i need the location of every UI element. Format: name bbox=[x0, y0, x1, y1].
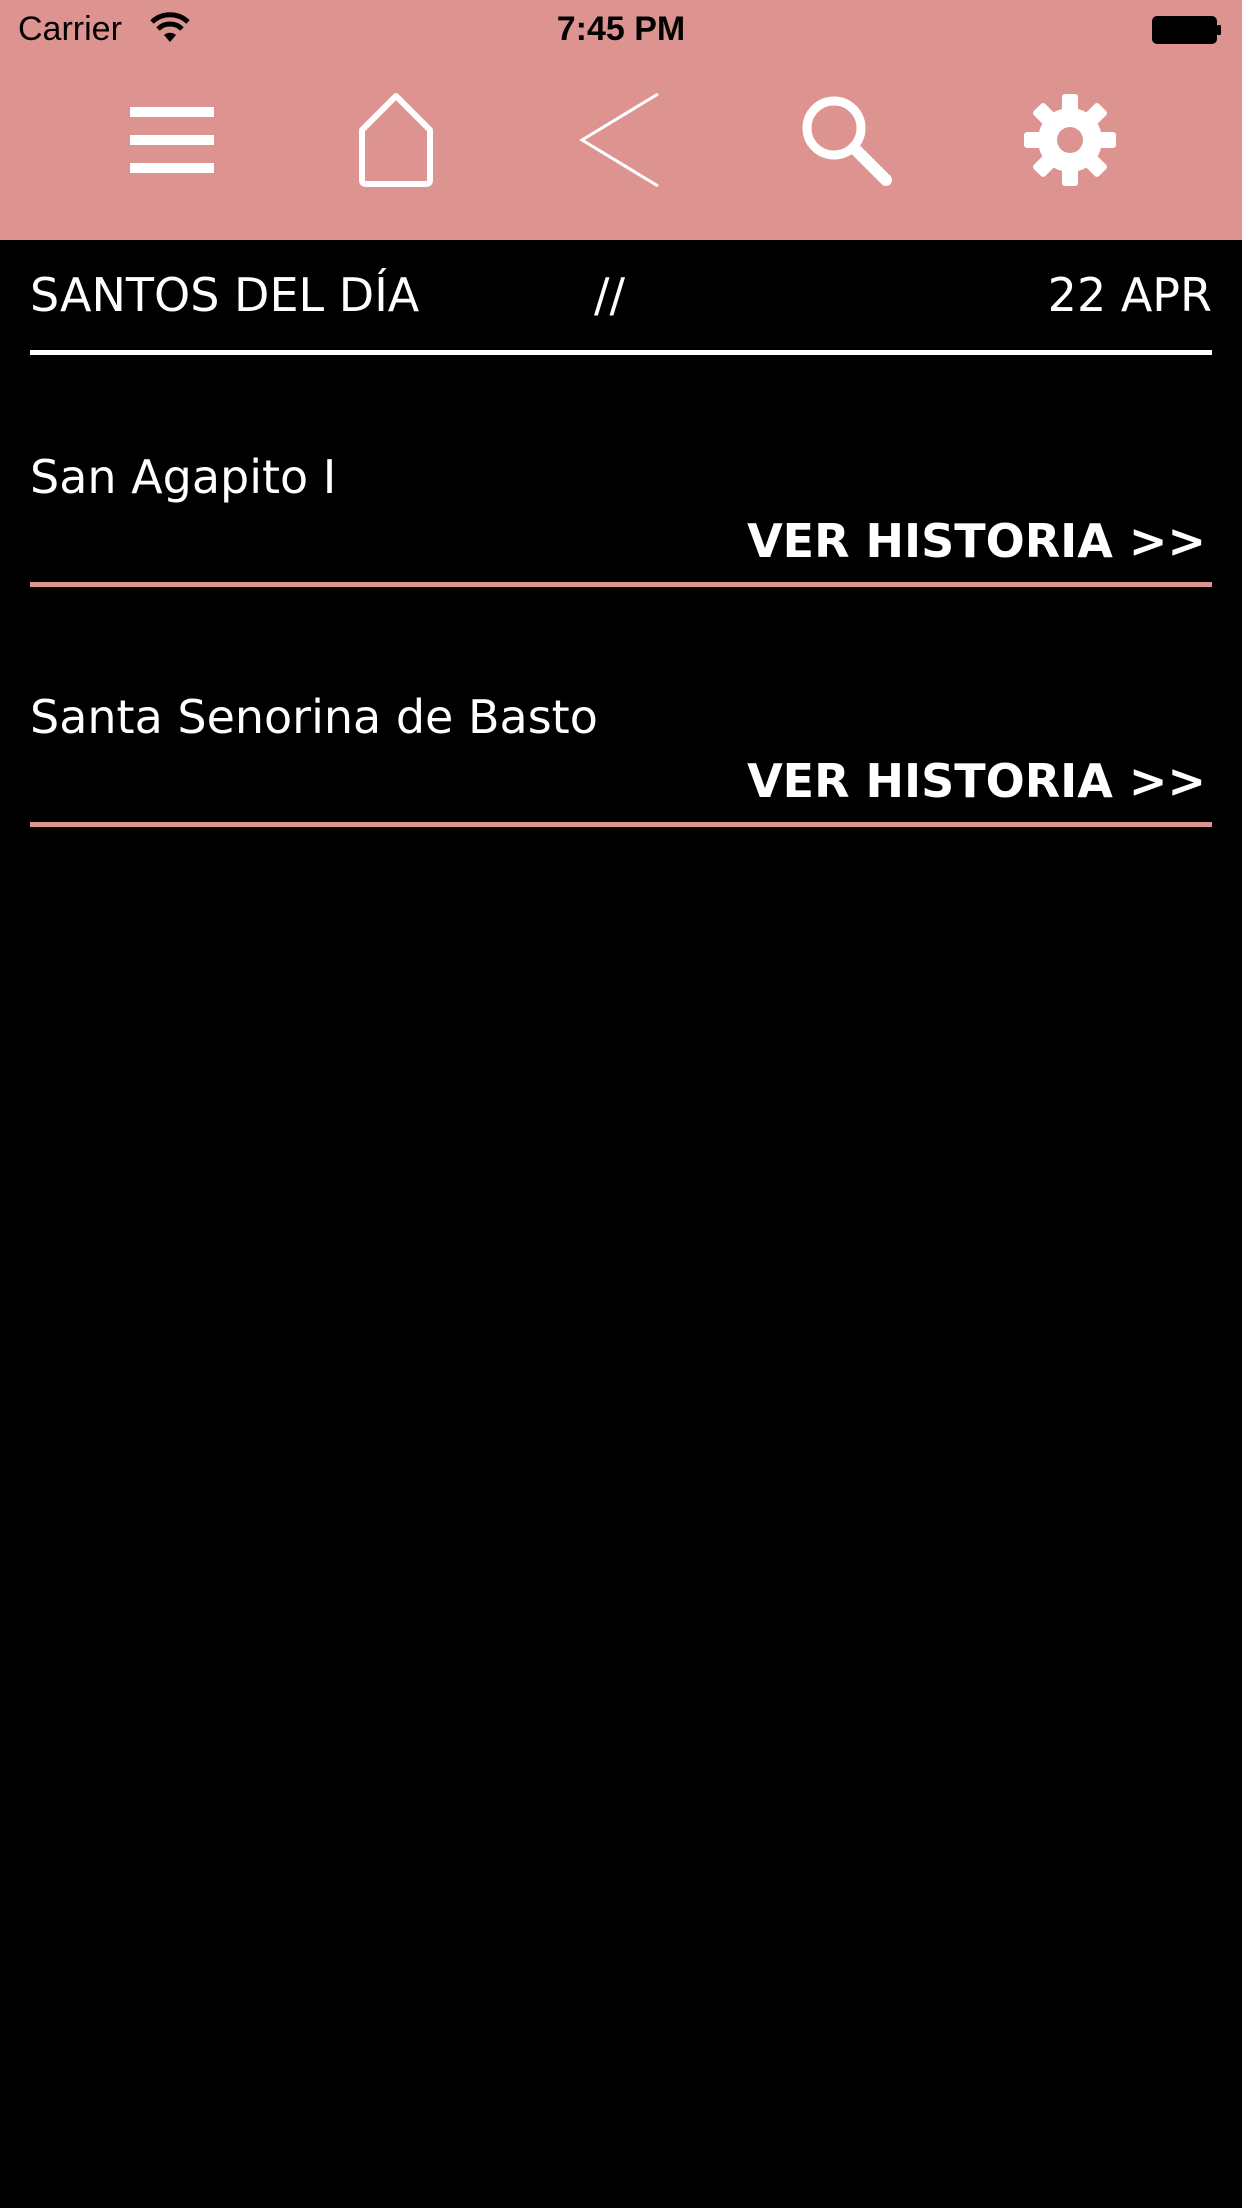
menu-button[interactable] bbox=[112, 80, 232, 200]
page-title: SANTOS DEL DÍA bbox=[30, 268, 420, 322]
back-button[interactable] bbox=[560, 80, 680, 200]
saint-name: Santa Senorina de Basto bbox=[30, 690, 598, 744]
item-divider bbox=[30, 822, 1212, 827]
search-icon bbox=[798, 92, 894, 188]
gear-icon bbox=[1022, 92, 1118, 188]
header-separator: // bbox=[594, 268, 625, 322]
saint-name: San Agapito I bbox=[30, 450, 337, 504]
home-icon bbox=[356, 92, 436, 188]
search-button[interactable] bbox=[786, 80, 906, 200]
header-divider bbox=[30, 350, 1212, 355]
list-item: San Agapito I VER HISTORIA >> bbox=[30, 450, 1212, 630]
settings-button[interactable] bbox=[1010, 80, 1130, 200]
section-header: SANTOS DEL DÍA // 22 APR bbox=[30, 268, 1212, 328]
list-item: Santa Senorina de Basto VER HISTORIA >> bbox=[30, 690, 1212, 870]
home-button[interactable] bbox=[336, 80, 456, 200]
toolbar bbox=[0, 60, 1242, 240]
battery-icon bbox=[1152, 16, 1222, 44]
item-divider bbox=[30, 582, 1212, 587]
ver-historia-link[interactable]: VER HISTORIA >> bbox=[747, 754, 1206, 808]
header-date: 22 APR bbox=[1047, 268, 1212, 322]
status-bar: Carrier 7:45 PM bbox=[0, 0, 1242, 60]
status-time: 7:45 PM bbox=[556, 10, 686, 48]
ver-historia-link[interactable]: VER HISTORIA >> bbox=[747, 514, 1206, 568]
back-icon bbox=[578, 92, 662, 188]
main-content: SANTOS DEL DÍA // 22 APR San Agapito I V… bbox=[0, 240, 1242, 2208]
menu-icon bbox=[130, 107, 214, 173]
